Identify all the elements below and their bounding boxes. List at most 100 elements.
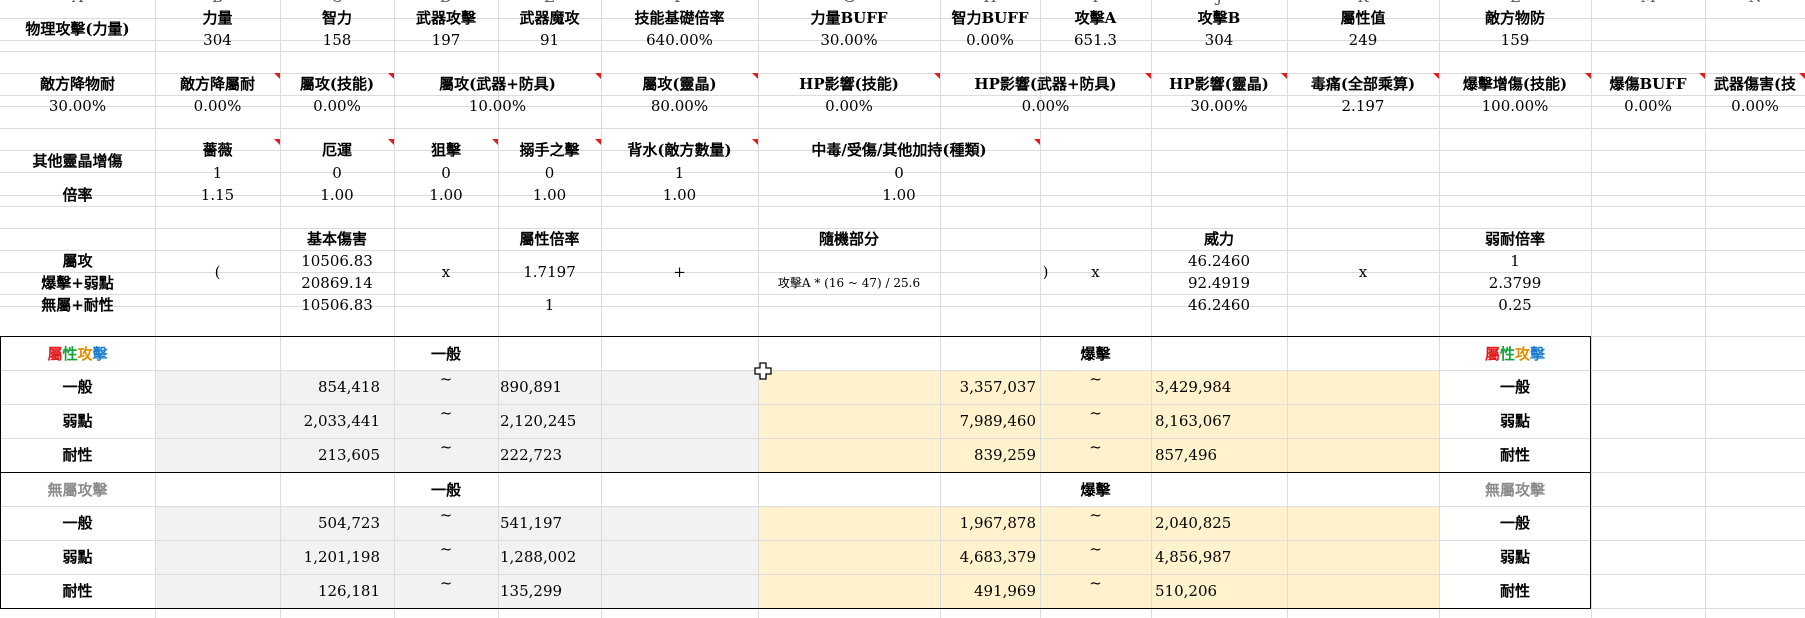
result1-crit-max-1[interactable]: 8,163,067 bbox=[1155, 410, 1355, 432]
block1-header-4[interactable]: 技能基礎倍率 bbox=[601, 7, 758, 29]
block1-value-3[interactable]: 91 bbox=[498, 29, 601, 51]
block2-value-0[interactable]: 30.00% bbox=[0, 95, 155, 117]
result1-normal-min-0[interactable]: 854,418 bbox=[155, 376, 380, 398]
column-letter-6[interactable]: G bbox=[758, 0, 940, 8]
result1-crit-min-1[interactable]: 7,989,460 bbox=[758, 410, 1036, 432]
block3-rate-label[interactable]: 倍率 bbox=[0, 184, 155, 206]
block2-value-5[interactable]: 0.00% bbox=[758, 95, 940, 117]
block3-rate-4[interactable]: 1.00 bbox=[601, 184, 758, 206]
block1-value-1[interactable]: 158 bbox=[280, 29, 394, 51]
block2-header-4[interactable]: 屬攻(靈晶) bbox=[601, 73, 758, 95]
block2-header-3[interactable]: 屬攻(武器+防具) bbox=[394, 73, 601, 95]
comment-marker[interactable] bbox=[1433, 73, 1439, 79]
block3-value-1[interactable]: 0 bbox=[280, 162, 394, 184]
column-letter-8[interactable]: I bbox=[1040, 0, 1151, 8]
block2-header-1[interactable]: 敵方降屬耐 bbox=[155, 73, 280, 95]
comment-marker[interactable] bbox=[274, 73, 280, 79]
block1-value-9[interactable]: 249 bbox=[1287, 29, 1439, 51]
block3-header-2[interactable]: 狙擊 bbox=[394, 139, 498, 161]
result1-crit-max-0[interactable]: 3,429,984 bbox=[1155, 376, 1355, 398]
block2-value-6[interactable]: 0.00% bbox=[940, 95, 1151, 117]
block2-value-1[interactable]: 0.00% bbox=[155, 95, 280, 117]
block2-value-3[interactable]: 10.00% bbox=[394, 95, 601, 117]
block1-header-1[interactable]: 智力 bbox=[280, 7, 394, 29]
block1-value-0[interactable]: 304 bbox=[155, 29, 280, 51]
block1-header-6[interactable]: 智力BUFF bbox=[940, 7, 1040, 29]
block2-header-11[interactable]: 武器傷害(技 bbox=[1705, 73, 1805, 95]
result2-crit-min-1[interactable]: 4,683,379 bbox=[758, 546, 1036, 568]
comment-marker[interactable] bbox=[595, 73, 601, 79]
result1-row-label-0[interactable]: 一般 bbox=[0, 376, 155, 398]
column-letter-3[interactable]: D bbox=[394, 0, 498, 8]
result1-row-label-2[interactable]: 耐性 bbox=[0, 444, 155, 466]
comment-marker[interactable] bbox=[1585, 73, 1591, 79]
result2-crit-header[interactable]: 爆擊 bbox=[1040, 479, 1151, 501]
attr-rate-value-1[interactable]: 1 bbox=[498, 294, 601, 316]
formula-times-2[interactable]: x bbox=[1040, 261, 1151, 283]
block3-value-5[interactable]: 0 bbox=[758, 162, 1040, 184]
column-letter-9[interactable]: J bbox=[1151, 0, 1287, 8]
block2-value-9[interactable]: 100.00% bbox=[1439, 95, 1591, 117]
block1-value-4[interactable]: 640.00% bbox=[601, 29, 758, 51]
result1-crit-min-0[interactable]: 3,357,037 bbox=[758, 376, 1036, 398]
result2-crit-max-1[interactable]: 4,856,987 bbox=[1155, 546, 1355, 568]
block2-header-9[interactable]: 爆擊增傷(技能) bbox=[1439, 73, 1591, 95]
column-letter-10[interactable]: K bbox=[1287, 0, 1439, 8]
result1-crit-min-2[interactable]: 839,259 bbox=[758, 444, 1036, 466]
result2-crit-min-2[interactable]: 491,969 bbox=[758, 580, 1036, 602]
block2-value-4[interactable]: 80.00% bbox=[601, 95, 758, 117]
attr-rate-value-0[interactable]: 1.7197 bbox=[498, 261, 601, 283]
column-letter-4[interactable]: E bbox=[498, 0, 601, 8]
result2-crit-max-2[interactable]: 510,206 bbox=[1155, 580, 1355, 602]
block2-header-0[interactable]: 敵方降物耐 bbox=[0, 73, 155, 95]
base-damage-value-0[interactable]: 10506.83 bbox=[280, 250, 394, 272]
block2-value-10[interactable]: 0.00% bbox=[1591, 95, 1705, 117]
random-part-header[interactable]: 隨機部分 bbox=[758, 228, 940, 250]
comment-marker[interactable] bbox=[1281, 73, 1287, 79]
block3-header-1[interactable]: 厄運 bbox=[280, 139, 394, 161]
block3-value-4[interactable]: 1 bbox=[601, 162, 758, 184]
column-letter-2[interactable]: C bbox=[280, 0, 394, 8]
block1-value-5[interactable]: 30.00% bbox=[758, 29, 940, 51]
comment-marker[interactable] bbox=[1034, 139, 1040, 145]
formula-row-label-2[interactable]: 無屬+耐性 bbox=[0, 294, 155, 316]
result1-normal-min-2[interactable]: 213,605 bbox=[155, 444, 380, 466]
random-part-formula[interactable]: 攻擊A * (16 ~ 47) / 25.6 bbox=[758, 272, 940, 294]
block2-header-8[interactable]: 毒痛(全部乘算) bbox=[1287, 73, 1439, 95]
block3-rate-0[interactable]: 1.15 bbox=[155, 184, 280, 206]
result1-normal-max-0[interactable]: 890,891 bbox=[500, 376, 700, 398]
column-letter-5[interactable]: F bbox=[601, 0, 758, 8]
comment-marker[interactable] bbox=[1799, 73, 1805, 79]
block1-header-0[interactable]: 力量 bbox=[155, 7, 280, 29]
result2-crit-min-0[interactable]: 1,967,878 bbox=[758, 512, 1036, 534]
block1-header-5[interactable]: 力量BUFF bbox=[758, 7, 940, 29]
block1-header-2[interactable]: 武器攻擊 bbox=[394, 7, 498, 29]
block2-header-10[interactable]: 爆傷BUFF bbox=[1591, 73, 1705, 95]
result1-row-label-1[interactable]: 弱點 bbox=[0, 410, 155, 432]
comment-marker[interactable] bbox=[752, 73, 758, 79]
block3-rate-3[interactable]: 1.00 bbox=[498, 184, 601, 206]
block3-rate-2[interactable]: 1.00 bbox=[394, 184, 498, 206]
block1-value-10[interactable]: 159 bbox=[1439, 29, 1591, 51]
result1-normal-min-1[interactable]: 2,033,441 bbox=[155, 410, 380, 432]
comment-marker[interactable] bbox=[492, 139, 498, 145]
comment-marker[interactable] bbox=[1699, 73, 1705, 79]
attr-rate-header[interactable]: 屬性倍率 bbox=[498, 228, 601, 250]
block3-value-0[interactable]: 1 bbox=[155, 162, 280, 184]
formula-times-3[interactable]: x bbox=[1287, 261, 1439, 283]
weak-rate-value-1[interactable]: 2.3799 bbox=[1439, 272, 1591, 294]
block3-value-2[interactable]: 0 bbox=[394, 162, 498, 184]
column-letter-13[interactable]: N bbox=[1705, 0, 1805, 8]
formula-row-label-1[interactable]: 爆擊+弱點 bbox=[0, 272, 155, 294]
result2-normal-min-0[interactable]: 504,723 bbox=[155, 512, 380, 534]
block3-header-0[interactable]: 薔薇 bbox=[155, 139, 280, 161]
power-value-1[interactable]: 92.4919 bbox=[1151, 272, 1287, 294]
power-value-0[interactable]: 46.2460 bbox=[1151, 250, 1287, 272]
block3-header-4[interactable]: 背水(敵方數量) bbox=[601, 139, 758, 161]
block1-header-10[interactable]: 敵方物防 bbox=[1439, 7, 1591, 29]
result1-normal-max-1[interactable]: 2,120,245 bbox=[500, 410, 700, 432]
block2-header-2[interactable]: 屬攻(技能) bbox=[280, 73, 394, 95]
power-header[interactable]: 威力 bbox=[1151, 228, 1287, 250]
block1-value-7[interactable]: 651.3 bbox=[1040, 29, 1151, 51]
block3-rate-1[interactable]: 1.00 bbox=[280, 184, 394, 206]
